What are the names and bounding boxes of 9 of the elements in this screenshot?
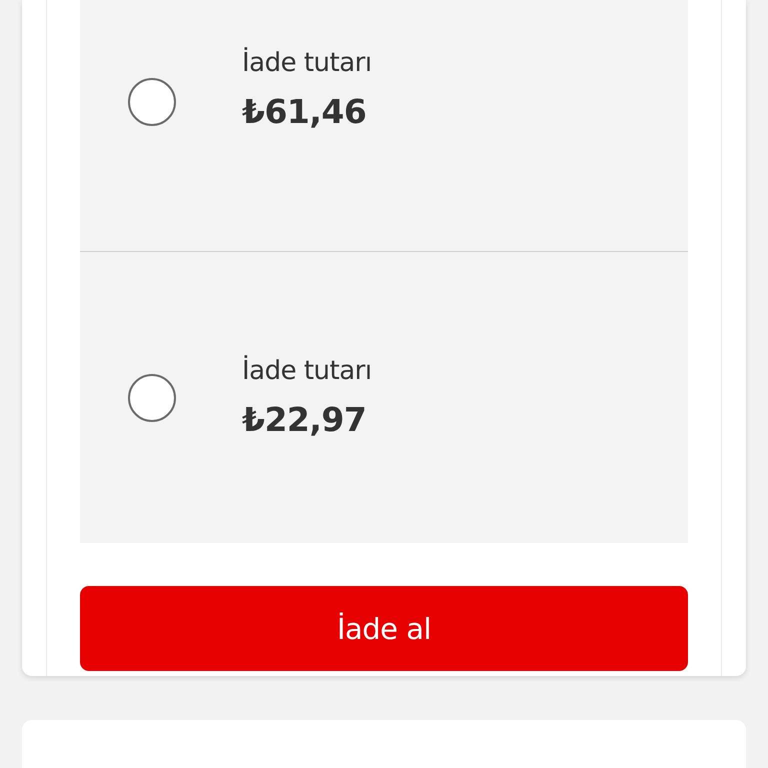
refund-amount: ₺61,46: [242, 92, 368, 131]
refund-button[interactable]: İade al: [80, 586, 688, 671]
amount-label: İade tutarı: [242, 356, 372, 386]
radio-button[interactable]: [128, 374, 176, 422]
radio-button[interactable]: [128, 78, 176, 126]
refund-amount: ₺22,97: [242, 400, 368, 439]
refund-option[interactable]: İade tutarı ₺61,46: [80, 0, 688, 251]
refund-option[interactable]: İade tutarı ₺22,97: [80, 251, 688, 543]
amount-label: İade tutarı: [242, 48, 372, 78]
